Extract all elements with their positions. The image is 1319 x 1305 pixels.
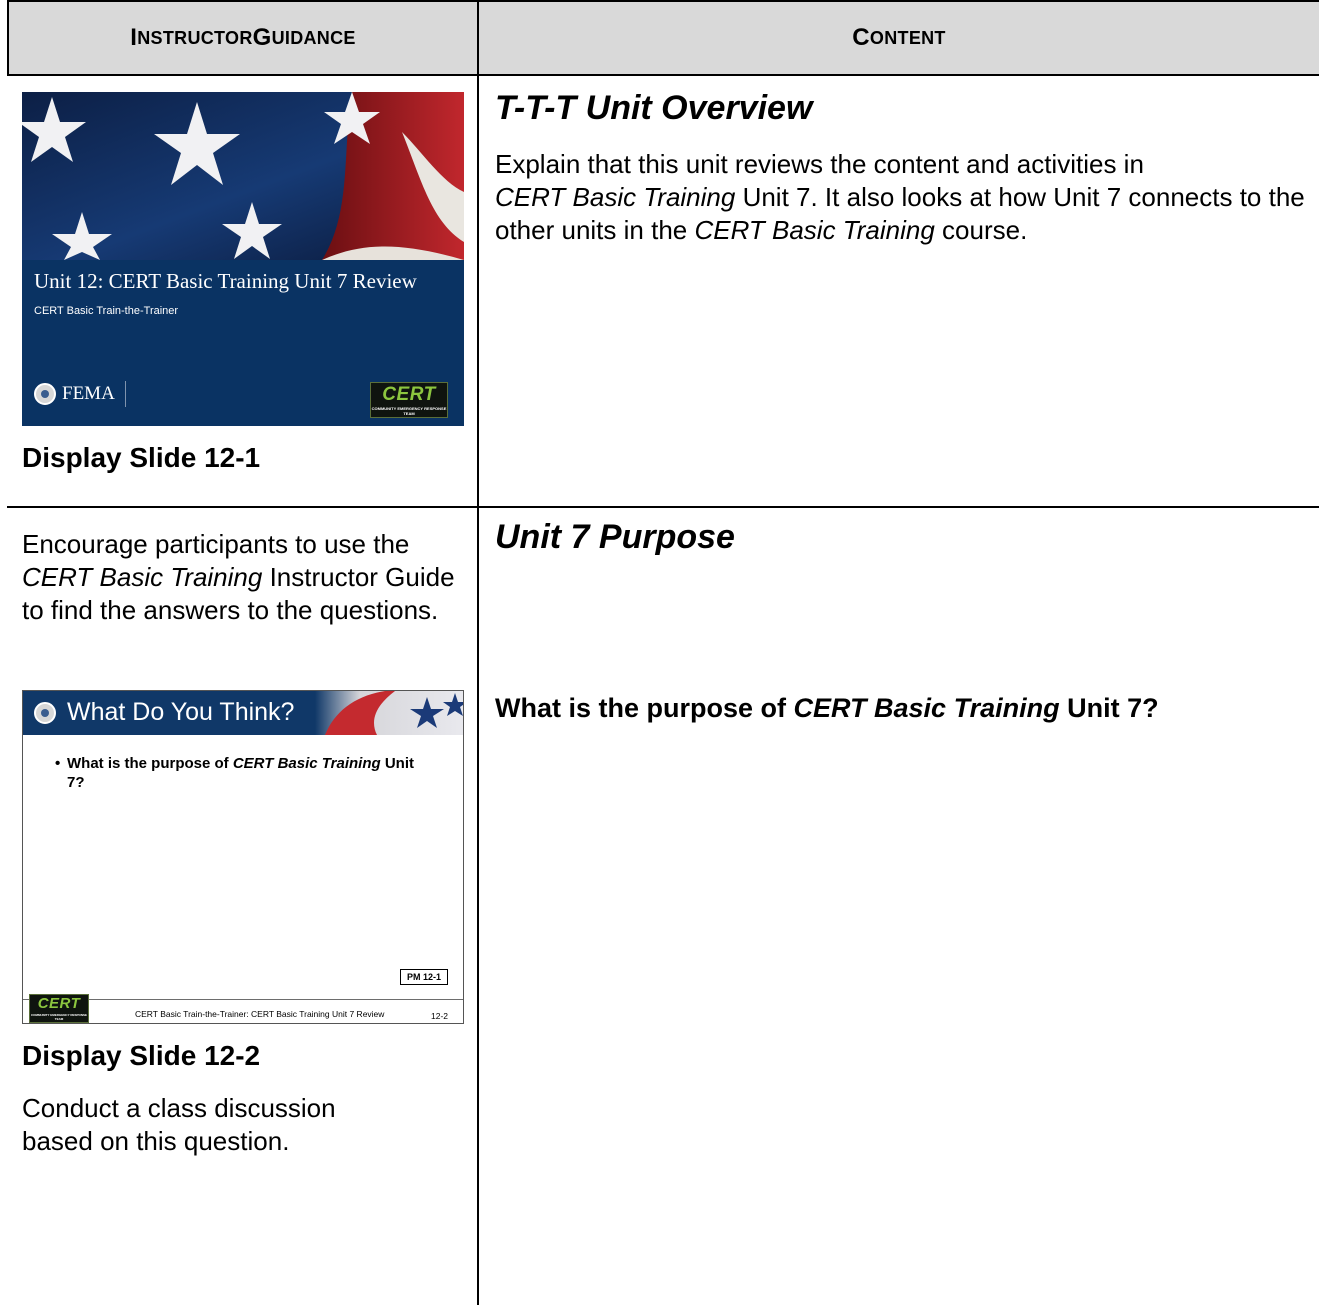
italic-title: CERT Basic Training <box>495 182 736 212</box>
topic-heading: T-T-T Unit Overview <box>495 89 813 127</box>
topic-heading: Unit 7 Purpose <box>495 518 735 556</box>
discussion-question: What is the purpose of CERT Basic Traini… <box>495 693 1159 724</box>
header-text: NSTRUCTOR <box>137 27 253 48</box>
bullet-icon: • <box>55 755 61 772</box>
footer-rule <box>23 999 463 1000</box>
header-text: UIDANCE <box>271 27 356 48</box>
header-letter: I <box>130 24 138 51</box>
cert-logo: CERT COMMUNITY EMERGENCY RESPONSE TEAM <box>29 994 89 1023</box>
slide-label: Display Slide 12-1 <box>22 442 261 473</box>
logo-divider <box>124 381 126 407</box>
instructor-note: Encourage participants to use the CERT B… <box>22 528 467 627</box>
slide-12-2-thumbnail: What Do You Think? • What is the purpose … <box>22 690 464 1024</box>
overview-paragraph: Explain that this unit reviews the conte… <box>495 148 1305 247</box>
fema-logo: FEMA <box>34 381 126 407</box>
slide-title-bar: What Do You Think? <box>23 691 463 735</box>
instructor-note: Conduct a class discussion based on this… <box>22 1093 336 1156</box>
cert-logo-tagline: COMMUNITY EMERGENCY RESPONSE TEAM <box>371 406 447 416</box>
italic-title: CERT Basic Training <box>232 755 381 772</box>
slide-title: Unit 12: CERT Basic Training Unit 7 Revi… <box>34 269 417 293</box>
text-run: course. <box>934 215 1028 245</box>
flag-image <box>315 691 463 735</box>
slide-footer: CERT Basic Train-the-Trainer: CERT Basic… <box>23 999 463 1023</box>
text-run: What is the purpose of <box>67 755 233 772</box>
slide-label: Display Slide 12-2 <box>22 1040 261 1071</box>
footer-text: CERT Basic Train-the-Trainer: CERT Basic… <box>135 1009 385 1019</box>
text-run: What is the purpose of <box>495 693 794 723</box>
italic-title: CERT Basic Training <box>694 215 935 245</box>
slide-bullet: • What is the purpose of CERT Basic Train… <box>55 754 417 792</box>
fema-wordmark: FEMA <box>62 383 115 404</box>
slide-subtitle: CERT Basic Train-the-Trainer <box>34 305 179 317</box>
header-letter: C <box>852 24 870 51</box>
header-letter: G <box>252 24 272 51</box>
column-header-instructor-guidance: I NSTRUCTOR G UIDANCE <box>7 2 479 74</box>
table-header-row: I NSTRUCTOR G UIDANCE C ONTENT <box>7 0 1319 76</box>
slide-12-1-thumbnail: Unit 12: CERT Basic Training Unit 7 Revi… <box>22 92 464 426</box>
participant-manual-badge: PM 12-1 <box>400 969 449 985</box>
cert-logo-tagline: COMMUNITY EMERGENCY RESPONSE TEAM <box>30 1013 88 1021</box>
italic-title: CERT Basic Training <box>22 562 263 592</box>
text-run: Explain that this unit reviews the conte… <box>495 149 1144 179</box>
text-run: Unit 7? <box>1059 693 1159 723</box>
table-row-divider <box>7 506 1319 508</box>
slide-number: 12-2 <box>431 1011 449 1021</box>
text-run: Encourage participants to use the <box>22 529 410 559</box>
slide-title: What Do You Think? <box>67 698 295 726</box>
dhs-seal-icon <box>34 383 56 405</box>
table-column-divider <box>477 0 479 1305</box>
cert-logo-word: CERT <box>37 995 81 1012</box>
cert-logo-word: CERT <box>382 384 436 405</box>
header-text: ONTENT <box>869 27 946 48</box>
column-header-content: C ONTENT <box>479 2 1319 74</box>
dhs-seal-icon <box>34 702 56 724</box>
flag-image <box>22 92 464 260</box>
cert-logo: CERT COMMUNITY EMERGENCY RESPONSE TEAM <box>370 382 448 418</box>
table-border-left <box>7 0 9 76</box>
italic-title: CERT Basic Training <box>793 693 1060 723</box>
